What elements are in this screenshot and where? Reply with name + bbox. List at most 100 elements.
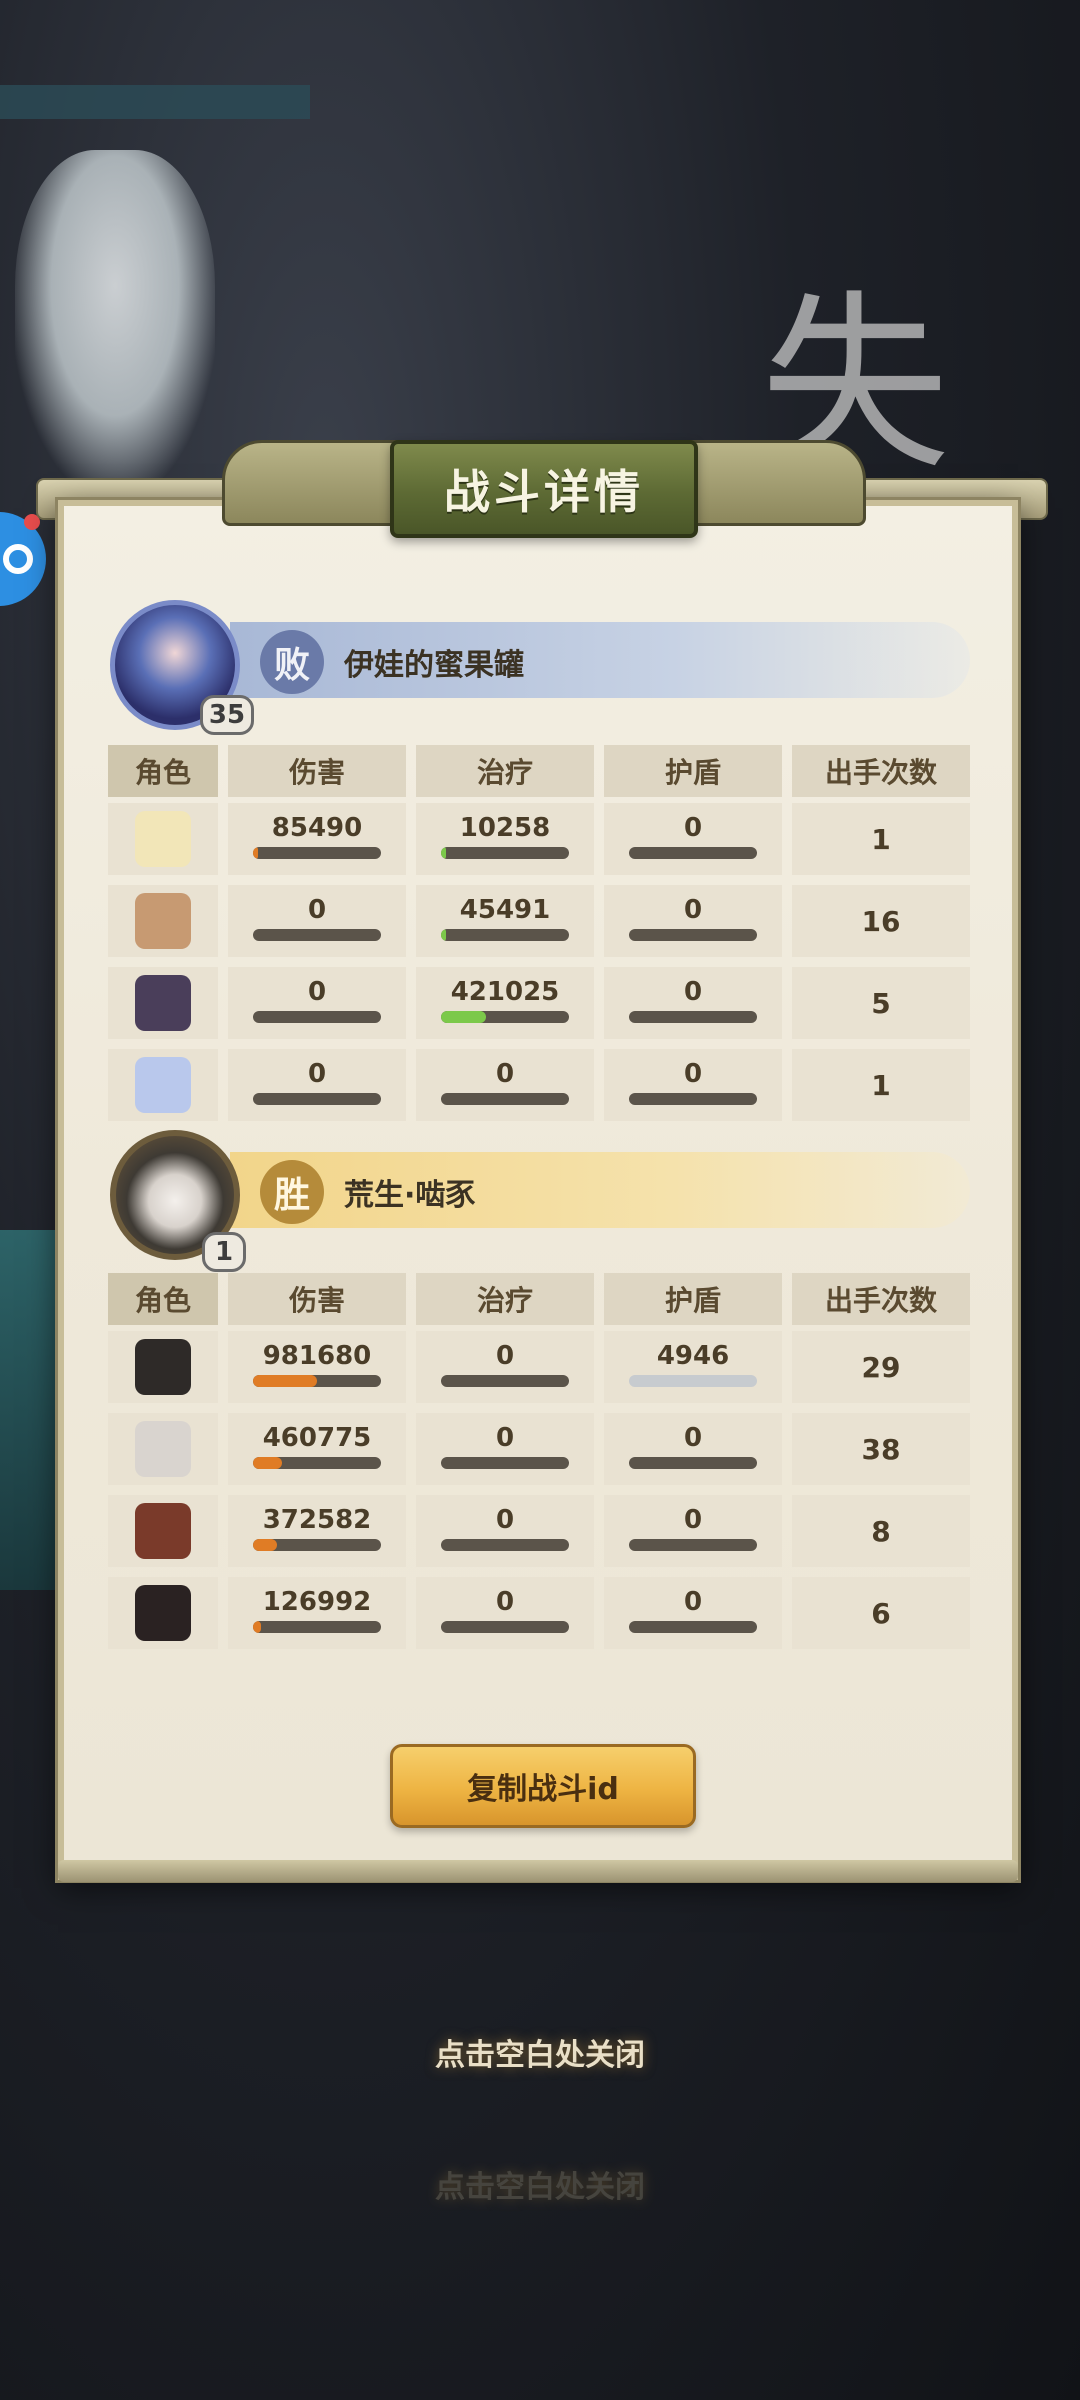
damage-bar <box>253 1539 381 1551</box>
hero-portrait[interactable] <box>135 1503 191 1559</box>
shield-bar <box>629 847 757 859</box>
damage-value: 0 <box>307 1059 327 1089</box>
tap-to-close-hint-echo: 点击空白处关闭 <box>435 2170 645 2205</box>
player-level-badge: 1 <box>202 1232 246 1272</box>
damage-bar <box>253 1093 381 1105</box>
heal-cell: 0 <box>416 1495 594 1567</box>
actions-cell: 1 <box>792 1049 970 1121</box>
table-header: 角色 伤害 治疗 护盾 出手次数 <box>108 745 976 797</box>
shield-value: 0 <box>683 1423 703 1453</box>
heal-value: 45491 <box>459 895 551 925</box>
title-plate: 战斗详情 <box>390 440 698 538</box>
heal-cell: 10258 <box>416 803 594 875</box>
heal-cell: 0 <box>416 1049 594 1121</box>
shield-bar <box>629 1457 757 1469</box>
hero-portrait[interactable] <box>135 1421 191 1477</box>
actions-value: 38 <box>861 1432 901 1466</box>
hero-portrait[interactable] <box>135 1057 191 1113</box>
player-name: 荒生·啮豕 <box>344 1178 476 1213</box>
table-row: 0 0 0 1 <box>108 1049 976 1121</box>
damage-cell: 981680 <box>228 1331 406 1403</box>
damage-value: 0 <box>307 895 327 925</box>
tap-to-close-hint[interactable]: 点击空白处关闭 <box>340 2030 740 2074</box>
damage-cell: 460775 <box>228 1413 406 1485</box>
table-row: 85490 10258 0 1 <box>108 803 976 875</box>
actions-value: 1 <box>871 822 891 856</box>
actions-value: 1 <box>871 1068 891 1102</box>
shield-bar <box>629 1621 757 1633</box>
shield-cell: 0 <box>604 1049 782 1121</box>
hero-portrait[interactable] <box>135 811 191 867</box>
floating-assistant-button[interactable] <box>0 512 46 606</box>
damage-bar-fill <box>253 1621 261 1633</box>
role-cell <box>108 1495 218 1567</box>
shield-value: 0 <box>683 1059 703 1089</box>
table-row: 460775 0 0 38 <box>108 1413 976 1485</box>
damage-bar <box>253 1621 381 1633</box>
role-cell <box>108 885 218 957</box>
header-shield: 护盾 <box>604 745 782 797</box>
actions-value: 16 <box>861 904 901 938</box>
copy-battle-id-button[interactable]: 复制战斗id <box>390 1744 696 1828</box>
shield-bar <box>629 1539 757 1551</box>
shield-cell: 0 <box>604 1413 782 1485</box>
damage-bar-fill <box>253 1539 278 1551</box>
defeat-badge: 败 <box>260 630 324 694</box>
role-cell <box>108 1413 218 1485</box>
shield-cell: 0 <box>604 1577 782 1649</box>
damage-bar-fill <box>253 1457 283 1469</box>
damage-cell: 126992 <box>228 1577 406 1649</box>
damage-value: 85490 <box>271 813 363 843</box>
hero-portrait[interactable] <box>135 975 191 1031</box>
damage-bar <box>253 1011 381 1023</box>
heal-value: 421025 <box>450 977 560 1007</box>
heal-bar-fill <box>441 929 447 941</box>
damage-bar <box>253 847 381 859</box>
losing-team-banner: 35 败 伊娃的蜜果罐 <box>110 600 980 735</box>
heal-cell: 421025 <box>416 967 594 1039</box>
damage-cell: 372582 <box>228 1495 406 1567</box>
heal-value: 0 <box>495 1059 515 1089</box>
hero-portrait[interactable] <box>135 1339 191 1395</box>
header-role: 角色 <box>108 745 218 797</box>
panel-title: 战斗详情 <box>444 465 644 519</box>
damage-bar-fill <box>253 1375 317 1387</box>
damage-value: 981680 <box>262 1341 372 1371</box>
shield-cell: 4946 <box>604 1331 782 1403</box>
damage-bar-fill <box>253 847 259 859</box>
role-cell <box>108 1331 218 1403</box>
actions-value: 5 <box>871 986 891 1020</box>
actions-value: 8 <box>871 1514 891 1548</box>
damage-bar <box>253 929 381 941</box>
background-band <box>0 85 310 119</box>
heal-value: 0 <box>495 1505 515 1535</box>
heal-bar-fill <box>441 1011 486 1023</box>
background-lamp <box>15 150 215 490</box>
actions-value: 6 <box>871 1596 891 1630</box>
heal-bar-fill <box>441 847 447 859</box>
panel-bottom-rail <box>58 1860 1018 1882</box>
damage-bar <box>253 1457 381 1469</box>
actions-cell: 8 <box>792 1495 970 1567</box>
shield-bar <box>629 1011 757 1023</box>
role-cell <box>108 803 218 875</box>
hero-portrait[interactable] <box>135 1585 191 1641</box>
player-level-badge: 35 <box>200 695 254 735</box>
actions-cell: 6 <box>792 1577 970 1649</box>
damage-cell: 0 <box>228 1049 406 1121</box>
header-damage: 伤害 <box>228 745 406 797</box>
shield-value: 4946 <box>656 1341 730 1371</box>
table-row: 981680 0 4946 29 <box>108 1331 976 1403</box>
shield-bar <box>629 1093 757 1105</box>
heal-bar <box>441 1457 569 1469</box>
header-heal: 治疗 <box>416 745 594 797</box>
heal-cell: 0 <box>416 1413 594 1485</box>
heal-bar <box>441 1621 569 1633</box>
shield-bar <box>629 1375 757 1387</box>
actions-cell: 5 <box>792 967 970 1039</box>
hero-portrait[interactable] <box>135 893 191 949</box>
header-actions: 出手次数 <box>792 745 970 797</box>
heal-bar <box>441 847 569 859</box>
role-cell <box>108 967 218 1039</box>
table-row: 0 421025 0 5 <box>108 967 976 1039</box>
